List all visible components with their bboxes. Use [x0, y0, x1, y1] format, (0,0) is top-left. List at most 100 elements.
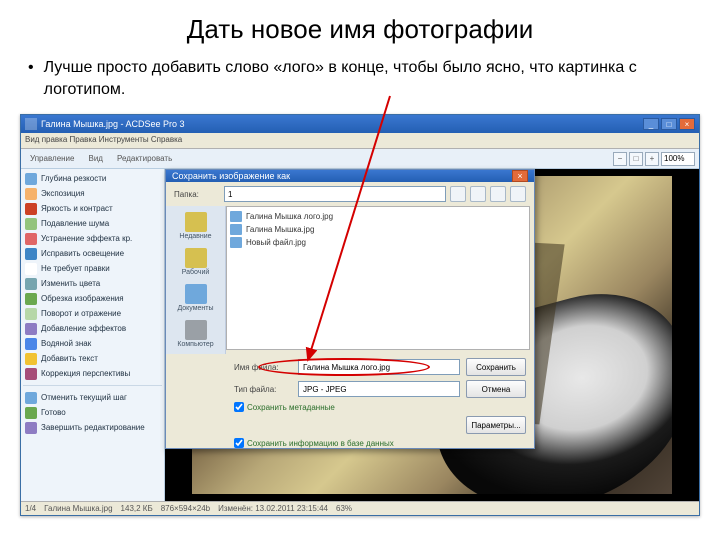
- toolbar: Управление Вид Редактировать − □ +: [21, 149, 699, 169]
- tab-manage[interactable]: Управление: [25, 152, 79, 165]
- maximize-button[interactable]: □: [661, 118, 677, 130]
- status-date: Изменён: 13.02.2011 23:15:44: [218, 504, 328, 513]
- sidebar-item-label: Исправить освещение: [41, 249, 124, 258]
- dialog-titlebar: Сохранить изображение как ×: [166, 170, 534, 182]
- sidebar-item-icon: [25, 203, 37, 215]
- filetype-label: Тип файла:: [234, 385, 292, 394]
- sidebar-item-1[interactable]: Экспозиция: [23, 186, 162, 201]
- sidebar-footer-label: Готово: [41, 408, 66, 417]
- sidebar-item-0[interactable]: Глубина резкости: [23, 171, 162, 186]
- file-name: Галина Мышка лого.jpg: [246, 212, 333, 221]
- sidebar-item-label: Водяной знак: [41, 339, 91, 348]
- status-index: 1/4: [25, 504, 36, 513]
- file-item[interactable]: Галина Мышка.jpg: [230, 223, 526, 236]
- status-file: Галина Мышка.jpg: [44, 504, 112, 513]
- place-computer[interactable]: Компьютер: [166, 318, 225, 350]
- zoom-input[interactable]: [661, 152, 695, 166]
- file-icon: [230, 237, 242, 248]
- sidebar-item-11[interactable]: Водяной знак: [23, 336, 162, 351]
- slide-title: Дать новое имя фотографии: [0, 0, 720, 51]
- place-docs[interactable]: Документы: [166, 282, 225, 314]
- filetype-combo[interactable]: [298, 381, 460, 397]
- slide-bullet: • Лучше просто добавить слово «лого» в к…: [0, 51, 720, 110]
- sidebar-item-label: Изменить цвета: [41, 279, 100, 288]
- image-viewer: Сохранить изображение как × Папка: Недав…: [165, 169, 699, 501]
- sidebar-item-label: Экспозиция: [41, 189, 85, 198]
- sidebar-footer-icon: [25, 392, 37, 404]
- status-pct: 63%: [336, 504, 352, 513]
- sidebar-item-label: Поворот и отражение: [41, 309, 121, 318]
- sidebar-footer-1[interactable]: Готово: [23, 405, 162, 420]
- sidebar-item-3[interactable]: Подавление шума: [23, 216, 162, 231]
- file-list[interactable]: Галина Мышка лого.jpg Галина Мышка.jpgНов…: [226, 206, 530, 350]
- sidebar-item-8[interactable]: Обрезка изображения: [23, 291, 162, 306]
- save-meta-check[interactable]: Сохранить метаданные: [234, 402, 526, 412]
- tab-edit[interactable]: Редактировать: [112, 152, 177, 165]
- sidebar-divider: [23, 385, 162, 386]
- sidebar-item-label: Подавление шума: [41, 219, 109, 228]
- save-button[interactable]: Сохранить: [466, 358, 526, 376]
- sidebar-item-13[interactable]: Коррекция перспективы: [23, 366, 162, 381]
- tab-view[interactable]: Вид: [83, 152, 107, 165]
- sidebar-footer-label: Отменить текущий шаг: [41, 393, 127, 402]
- dialog-close-button[interactable]: ×: [512, 170, 528, 182]
- up-icon[interactable]: [470, 186, 486, 202]
- sidebar-item-7[interactable]: Изменить цвета: [23, 276, 162, 291]
- folder-label: Папка:: [174, 190, 220, 199]
- sidebar-item-icon: [25, 218, 37, 230]
- sidebar-item-4[interactable]: Устранение эффекта кр.: [23, 231, 162, 246]
- sidebar-item-6[interactable]: Не требует правки: [23, 261, 162, 276]
- edit-sidebar: Глубина резкости Экспозиция Яркость и конт…: [21, 169, 165, 501]
- save-db-check[interactable]: Сохранить информацию в базе данных: [234, 438, 526, 448]
- cancel-button[interactable]: Отмена: [466, 380, 526, 398]
- sidebar-item-12[interactable]: Добавить текст: [23, 351, 162, 366]
- sidebar-item-icon: [25, 308, 37, 320]
- save-as-dialog: Сохранить изображение как × Папка: Недав…: [165, 169, 535, 449]
- sidebar-item-icon: [25, 188, 37, 200]
- minimize-button[interactable]: _: [643, 118, 659, 130]
- app-window: Галина Мышка.jpg - ACDSee Pro 3 _ □ × Ви…: [20, 114, 700, 516]
- sidebar-item-label: Глубина резкости: [41, 174, 106, 183]
- options-button[interactable]: Параметры...: [466, 416, 526, 434]
- db-checkbox[interactable]: [234, 438, 244, 448]
- zoom-fit-button[interactable]: □: [629, 152, 643, 166]
- titlebar: Галина Мышка.jpg - ACDSee Pro 3 _ □ ×: [21, 115, 699, 133]
- sidebar-item-icon: [25, 323, 37, 335]
- sidebar-item-label: Яркость и контраст: [41, 204, 113, 213]
- sidebar-item-9[interactable]: Поворот и отражение: [23, 306, 162, 321]
- close-button[interactable]: ×: [679, 118, 695, 130]
- sidebar-item-label: Устранение эффекта кр.: [41, 234, 132, 243]
- sidebar-footer-icon: [25, 407, 37, 419]
- sidebar-footer-2[interactable]: Завершить редактирование: [23, 420, 162, 435]
- meta-checkbox[interactable]: [234, 402, 244, 412]
- sidebar-item-10[interactable]: Добавление эффектов: [23, 321, 162, 336]
- status-size: 143,2 КБ: [121, 504, 153, 513]
- sidebar-item-icon: [25, 278, 37, 290]
- sidebar-item-icon: [25, 233, 37, 245]
- sidebar-item-5[interactable]: Исправить освещение: [23, 246, 162, 261]
- file-icon: [230, 224, 242, 235]
- sidebar-item-label: Не требует правки: [41, 264, 110, 273]
- app-icon: [25, 118, 37, 130]
- menubar[interactable]: Вид правка Правка Инструменты Справка: [21, 133, 699, 149]
- filename-input[interactable]: [298, 359, 460, 375]
- new-folder-icon[interactable]: [490, 186, 506, 202]
- sidebar-item-icon: [25, 293, 37, 305]
- bullet-text: Лучше просто добавить слово «лого» в кон…: [44, 57, 692, 100]
- sidebar-item-2[interactable]: Яркость и контраст: [23, 201, 162, 216]
- sidebar-item-label: Обрезка изображения: [41, 294, 124, 303]
- back-icon[interactable]: [450, 186, 466, 202]
- zoom-in-button[interactable]: +: [645, 152, 659, 166]
- place-recent[interactable]: Недавние: [166, 210, 225, 242]
- file-item[interactable]: Галина Мышка лого.jpg: [230, 210, 526, 223]
- zoom-out-button[interactable]: −: [613, 152, 627, 166]
- sidebar-footer-label: Завершить редактирование: [41, 423, 145, 432]
- sidebar-footer-0[interactable]: Отменить текущий шаг: [23, 390, 162, 405]
- dialog-title: Сохранить изображение как: [172, 171, 290, 181]
- file-item[interactable]: Новый файл.jpg: [230, 236, 526, 249]
- view-menu-icon[interactable]: [510, 186, 526, 202]
- folder-combo[interactable]: [224, 186, 446, 202]
- place-desktop[interactable]: Рабочий: [166, 246, 225, 278]
- statusbar: 1/4 Галина Мышка.jpg 143,2 КБ 876×594×24…: [21, 501, 699, 515]
- sidebar-item-label: Добавить текст: [41, 354, 98, 363]
